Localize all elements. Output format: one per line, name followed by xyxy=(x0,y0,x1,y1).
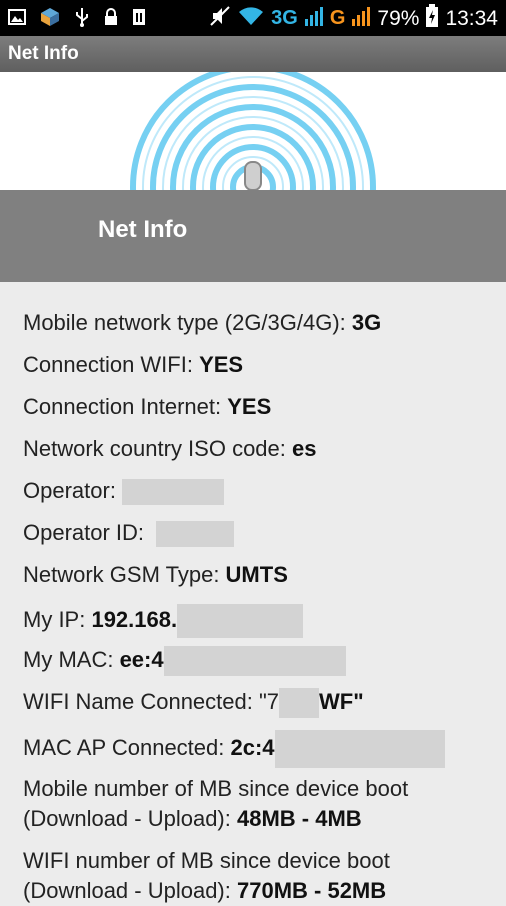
row-value: 192.168. xyxy=(91,606,178,632)
header-title: Net Info xyxy=(98,216,188,243)
wifi-mb-row: WIFI number of MB since device boot (Dow… xyxy=(23,846,390,906)
row-label: Network GSM Type: xyxy=(23,562,226,587)
wifi-name-row: WIFI Name Connected: "7 WF" xyxy=(23,688,364,718)
connection-wifi-row: Connection WIFI: YES xyxy=(23,352,243,378)
row-label: Network country ISO code: xyxy=(23,436,292,461)
redacted-value xyxy=(177,604,304,638)
row-label: Operator: xyxy=(23,478,123,503)
mute-icon xyxy=(209,5,231,32)
app-icon xyxy=(40,7,60,32)
mac-ap-row: MAC AP Connected: 2c:4 xyxy=(23,730,445,768)
row-label: MAC AP Connected: xyxy=(23,734,231,760)
redacted-value xyxy=(274,730,445,768)
info-list: Mobile network type (2G/3G/4G): 3G Conne… xyxy=(0,282,506,903)
row-label: WIFI Name Connected: xyxy=(23,688,259,714)
row-label: Operator ID: xyxy=(23,520,151,545)
operator-id-row: Operator ID: xyxy=(23,520,235,548)
network-3g-label: 3G xyxy=(271,7,298,29)
row-value: 3G xyxy=(351,310,382,335)
row-label: Connection WIFI: xyxy=(23,352,200,377)
my-ip-row: My IP: 192.168. xyxy=(23,604,304,638)
redacted-value xyxy=(156,521,235,548)
row-label: My MAC: xyxy=(23,646,120,672)
row-label: My IP: xyxy=(23,606,92,632)
wifi-name-suffix: WF" xyxy=(319,688,364,714)
gsm-type-row: Network GSM Type: UMTS xyxy=(23,562,288,588)
mobile-mb-row: Mobile number of MB since device boot (D… xyxy=(23,774,408,834)
row-label: WIFI number of MB since device boot xyxy=(23,848,390,873)
row-label: (Download - Upload): xyxy=(23,878,237,903)
redacted-value xyxy=(163,646,346,676)
battery-charging-icon xyxy=(425,4,439,33)
operator-row: Operator: xyxy=(23,478,225,506)
usb-icon xyxy=(74,7,90,32)
row-label: Mobile network type (2G/3G/4G): xyxy=(23,310,352,335)
wifi-waves-icon xyxy=(130,72,376,190)
row-value: 770MB - 52MB xyxy=(236,878,387,903)
battery-percent: 79% xyxy=(377,6,420,30)
row-value: 2c:4 xyxy=(230,734,275,760)
redacted-value xyxy=(279,688,320,718)
row-value: YES xyxy=(227,394,272,419)
connection-internet-row: Connection Internet: YES xyxy=(23,394,271,420)
wifi-name-prefix: "7 xyxy=(258,688,280,714)
lock-icon xyxy=(104,8,118,31)
row-label: Mobile number of MB since device boot xyxy=(23,776,409,801)
app-title: Net Info xyxy=(8,43,79,64)
mobile-network-type-row: Mobile network type (2G/3G/4G): 3G xyxy=(23,310,381,336)
row-value: es xyxy=(292,436,317,461)
signal-g-icon xyxy=(351,5,371,32)
signal-3g-icon xyxy=(304,5,324,32)
row-label: (Download - Upload): xyxy=(23,806,237,831)
row-value: 48MB - 4MB xyxy=(236,806,362,831)
wifi-signal-image xyxy=(0,72,506,190)
status-bar: 3G G 79% 13:34 xyxy=(0,0,506,36)
clock: 13:34 xyxy=(445,6,498,30)
app-bar: Net Info xyxy=(0,36,506,72)
redacted-value xyxy=(122,479,225,506)
row-value: YES xyxy=(199,352,244,377)
row-label: Connection Internet: xyxy=(23,394,228,419)
country-iso-row: Network country ISO code: es xyxy=(23,436,316,462)
row-value: ee:4 xyxy=(119,646,164,672)
my-mac-row: My MAC: ee:4 xyxy=(23,646,346,676)
image-icon xyxy=(8,8,26,31)
wifi-icon xyxy=(237,5,265,32)
row-value: UMTS xyxy=(225,562,288,587)
sim-icon xyxy=(132,8,146,31)
info-header: Net Info xyxy=(0,190,506,282)
network-g-label: G xyxy=(329,7,346,29)
